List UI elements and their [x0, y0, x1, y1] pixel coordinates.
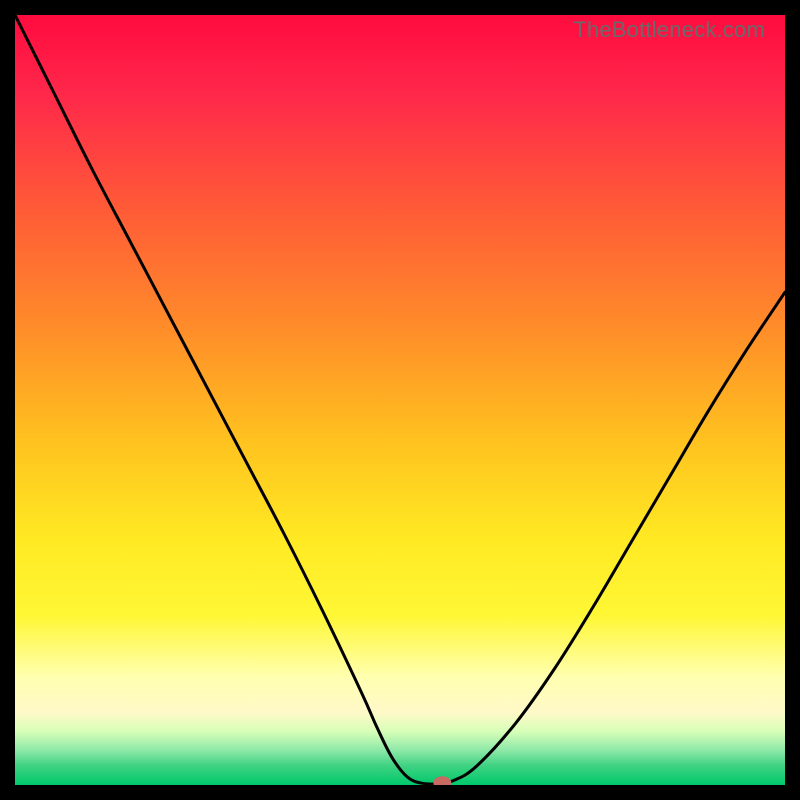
- bottleneck-chart: [15, 15, 785, 785]
- chart-frame: TheBottleneck.com: [15, 15, 785, 785]
- gradient-background: [15, 15, 785, 785]
- watermark-text: TheBottleneck.com: [573, 17, 765, 43]
